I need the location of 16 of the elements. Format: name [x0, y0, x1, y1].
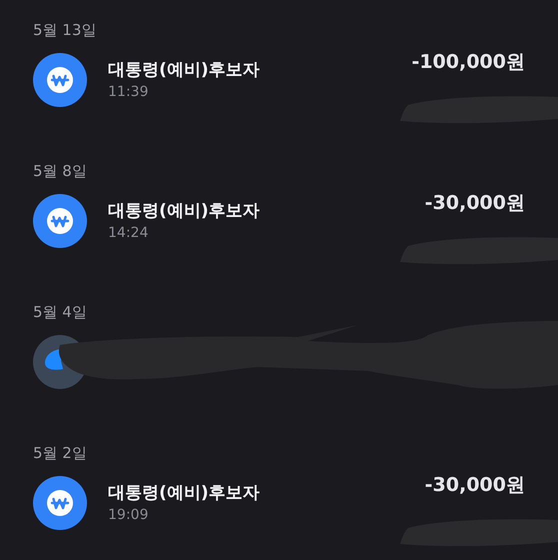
payee-name: 대통령(예비)후보자: [108, 482, 261, 504]
transaction-time: 19:09: [108, 506, 150, 524]
payee-name: 대통령(예비)후보자: [108, 59, 261, 81]
date-header: 5월 8일: [33, 162, 87, 180]
date-header: 5월 4일: [33, 303, 87, 321]
transaction-time: 11:39: [108, 83, 150, 101]
amount: -30,000원: [424, 191, 525, 216]
won-coin-icon: [33, 53, 87, 107]
won-coin-icon: [33, 476, 87, 530]
won-coin-icon: [33, 194, 87, 248]
payee-name: 대통령(예비)후보자: [108, 200, 261, 222]
amount: -30,000원: [424, 473, 525, 498]
date-header: 5월 2일: [33, 444, 87, 462]
transaction-time: 14:24: [108, 224, 150, 242]
amount: -100,000원: [412, 50, 525, 75]
date-header: 5월 13일: [33, 21, 96, 39]
